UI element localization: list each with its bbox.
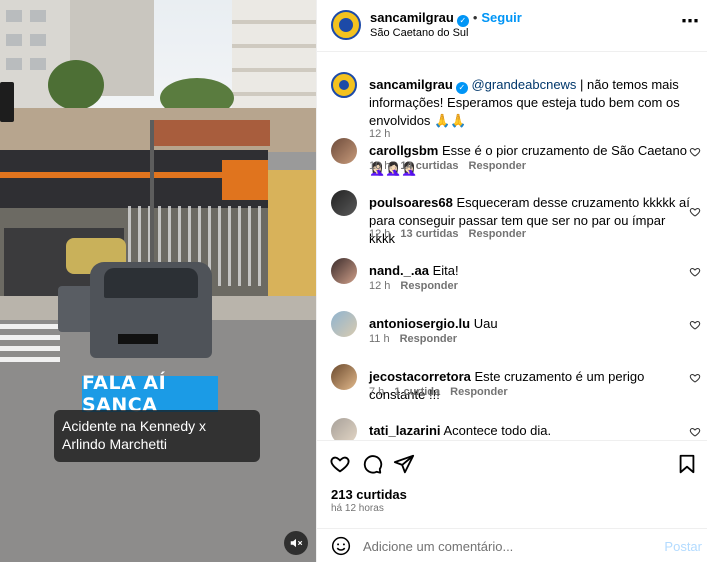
- comment-username[interactable]: antoniosergio.lu: [369, 316, 470, 331]
- comment-input[interactable]: [363, 538, 643, 554]
- comment-time[interactable]: 12 h: [369, 228, 390, 240]
- comment-meta: 7 h 1 curtida Responder: [369, 386, 518, 398]
- author-username[interactable]: sancamilgrau: [370, 10, 454, 25]
- caption-meta: 12 h: [369, 128, 400, 140]
- comment-heart-icon[interactable]: [689, 266, 701, 278]
- post-comment-button[interactable]: Postar: [664, 539, 702, 554]
- verified-icon: ✓: [456, 15, 469, 27]
- comment-likes[interactable]: 13 curtidas: [400, 228, 458, 240]
- media-badge: FALA AÍ SANCA: [82, 372, 218, 416]
- comment-text: antoniosergio.lu Uau: [369, 315, 691, 333]
- comment-username[interactable]: jecostacorretora: [369, 369, 471, 384]
- comment-likes[interactable]: 1 curtida: [394, 386, 440, 398]
- send-icon[interactable]: [393, 453, 415, 475]
- media-license-plate: [118, 334, 158, 344]
- more-options-icon[interactable]: ⋯: [681, 12, 700, 30]
- comment-body: Acontece todo dia.: [443, 423, 552, 438]
- comment-likes[interactable]: 14 curtidas: [400, 160, 458, 172]
- post-location[interactable]: São Caetano do Sul: [370, 27, 468, 39]
- comments-list[interactable]: sancamilgrau ✓ @grandeabcnews | não temos…: [317, 52, 707, 440]
- comment-meta: 12 h 13 curtidas Responder: [369, 228, 536, 240]
- post-side-panel: sancamilgrau ✓ • Seguir São Caetano do Sul …: [316, 0, 707, 562]
- reply-button[interactable]: Responder: [469, 228, 526, 240]
- commenter-avatar[interactable]: [331, 364, 357, 390]
- caption-username[interactable]: sancamilgrau: [369, 77, 453, 92]
- comment-body: Uau: [473, 316, 498, 331]
- media-crosswalk: [0, 318, 60, 362]
- comment-body: Eita!: [432, 263, 459, 278]
- comment-time[interactable]: 11 h: [369, 333, 390, 345]
- comment-username[interactable]: carollgsbm: [369, 143, 438, 158]
- comment-text: nand._.aa Eita!: [369, 262, 691, 280]
- comment-text: tati_lazarini Acontece todo dia.: [369, 422, 691, 440]
- post-actions: 213 curtidas há 12 horas: [317, 440, 707, 530]
- comment-time[interactable]: 12 h: [369, 280, 390, 292]
- instagram-post-window: FALA AÍ SANCA Acidente na Kennedy x Arli…: [0, 0, 707, 562]
- author-avatar[interactable]: [331, 10, 361, 40]
- author-line: sancamilgrau ✓ • Seguir: [370, 10, 522, 27]
- comment-time[interactable]: 7 h: [369, 386, 384, 398]
- commenter-avatar[interactable]: [331, 418, 357, 440]
- comment-composer: Postar: [317, 528, 707, 562]
- media-building: [232, 0, 316, 110]
- heart-icon[interactable]: [329, 453, 351, 475]
- commenter-avatar[interactable]: [331, 311, 357, 337]
- comment-heart-icon[interactable]: [689, 426, 701, 438]
- caption-mention[interactable]: @grandeabcnews: [471, 77, 576, 92]
- media-roof: [150, 120, 270, 146]
- reply-button[interactable]: Responder: [450, 386, 507, 398]
- media-store-sign: [222, 160, 268, 200]
- reply-button[interactable]: Responder: [400, 280, 457, 292]
- likes-count[interactable]: 213 curtidas: [331, 487, 407, 502]
- bookmark-icon[interactable]: [676, 453, 698, 475]
- verified-icon: ✓: [455, 82, 468, 94]
- post-time[interactable]: há 12 horas: [331, 503, 384, 514]
- commenter-avatar[interactable]: [331, 258, 357, 284]
- media-traffic-light: [0, 82, 14, 122]
- caption-time[interactable]: 12 h: [369, 128, 390, 140]
- caption-text: sancamilgrau ✓ @grandeabcnews | não temos…: [369, 76, 691, 130]
- media-yellow-wall: [268, 170, 316, 300]
- mute-button[interactable]: [284, 531, 308, 555]
- commenter-avatar[interactable]: [331, 138, 357, 164]
- comment-meta: 11 h Responder: [369, 333, 467, 345]
- media-car-window: [104, 268, 198, 298]
- media-tree: [48, 60, 104, 110]
- comment-heart-icon[interactable]: [689, 319, 701, 331]
- commenter-avatar[interactable]: [331, 190, 357, 216]
- volume-muted-icon: [290, 538, 303, 548]
- post-media[interactable]: FALA AÍ SANCA Acidente na Kennedy x Arli…: [0, 0, 316, 562]
- comment-heart-icon[interactable]: [689, 206, 701, 218]
- emoji-icon[interactable]: [331, 536, 351, 556]
- comment-heart-icon[interactable]: [689, 146, 701, 158]
- comment-meta: 10 h 14 curtidas Responder: [369, 160, 536, 172]
- reply-button[interactable]: Responder: [469, 160, 526, 172]
- comment-time[interactable]: 10 h: [369, 160, 390, 172]
- media-caption: Acidente na Kennedy x Arlindo Marchetti: [54, 410, 260, 462]
- post-header: sancamilgrau ✓ • Seguir São Caetano do Sul …: [317, 0, 707, 52]
- comment-heart-icon[interactable]: [689, 372, 701, 384]
- author-avatar[interactable]: [331, 72, 357, 98]
- reply-button[interactable]: Responder: [400, 333, 457, 345]
- comment-icon[interactable]: [361, 453, 383, 475]
- comment-meta: 12 h Responder: [369, 280, 468, 292]
- follow-button[interactable]: Seguir: [481, 10, 521, 25]
- separator-dot: •: [472, 10, 478, 25]
- comment-username[interactable]: poulsoares68: [369, 195, 453, 210]
- comment-username[interactable]: nand._.aa: [369, 263, 429, 278]
- comment-username[interactable]: tati_lazarini: [369, 423, 441, 438]
